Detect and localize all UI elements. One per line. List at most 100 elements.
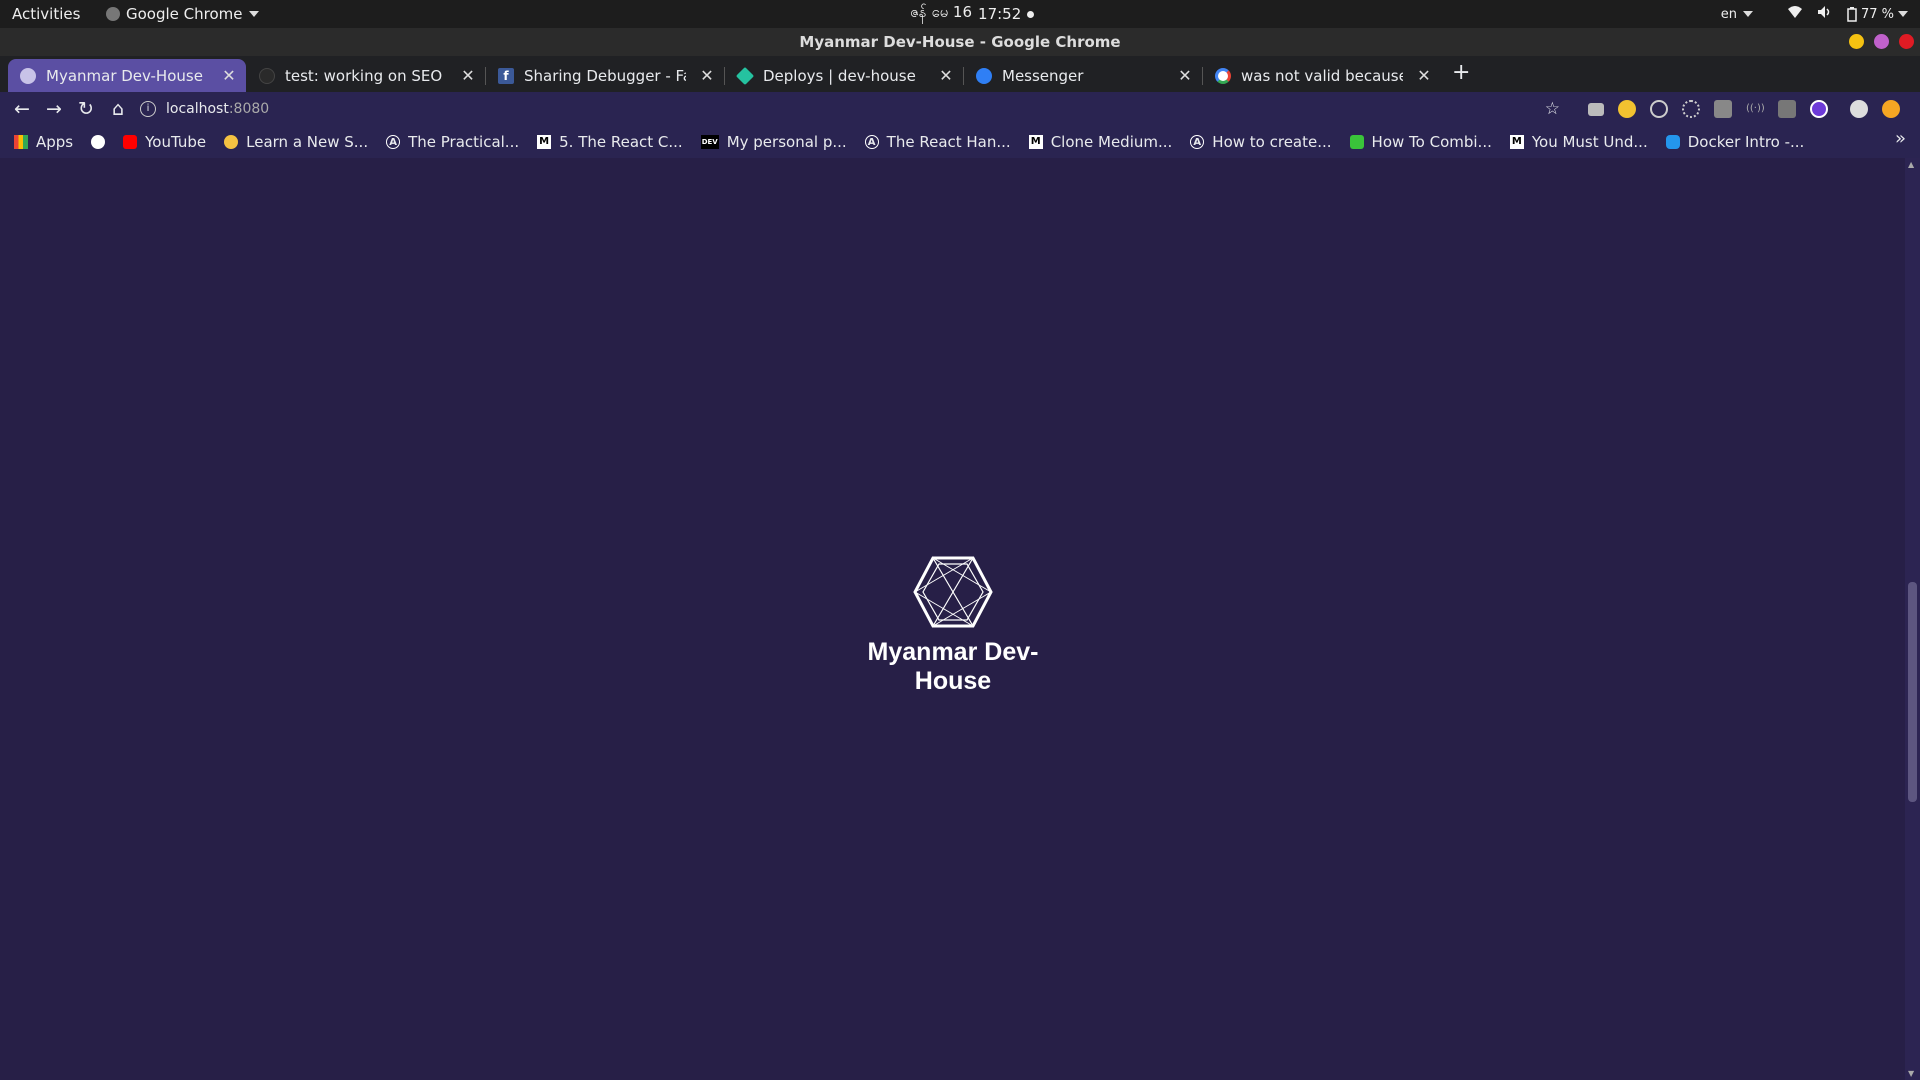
google-icon <box>1215 67 1231 84</box>
bookmark-a-icon: A <box>386 135 401 149</box>
profile-avatar-icon[interactable] <box>1850 100 1868 118</box>
bookmark-label: You Must Und... <box>1531 133 1648 151</box>
back-button[interactable]: ← <box>6 98 38 120</box>
medium-icon: M <box>1028 135 1043 149</box>
brand-title: Myanmar Dev-House <box>867 638 1039 695</box>
brand-block: Myanmar Dev-House <box>838 556 1068 696</box>
app-name: Google Chrome <box>126 5 243 23</box>
new-tab-button[interactable]: + <box>1452 60 1470 85</box>
clock[interactable]: ဇန် မေ 16 17:52 <box>910 3 1035 25</box>
page-scrollbar[interactable]: ▲ ▼ <box>1905 158 1920 1080</box>
tab-deploys[interactable]: Deploys | dev-house ✕ <box>725 59 964 92</box>
chevron-down-icon <box>248 11 259 17</box>
bookmark-how-to-create[interactable]: A How to create... <box>1190 133 1332 151</box>
language-indicator[interactable]: en <box>1721 7 1753 22</box>
system-top-bar: Activities Google Chrome ဇန် မေ 16 17:52… <box>0 0 1920 28</box>
globe-icon <box>91 135 106 149</box>
bookmark-clone-medium[interactable]: M Clone Medium... <box>1028 133 1172 151</box>
forward-button[interactable]: → <box>38 98 70 120</box>
globe-icon <box>20 67 36 84</box>
close-icon[interactable]: ✕ <box>935 66 957 85</box>
tab-label: Messenger <box>1002 66 1084 85</box>
camera-extension-icon[interactable] <box>1588 102 1604 116</box>
netlify-icon <box>735 66 755 85</box>
scrollbar-thumb[interactable] <box>1908 582 1917 802</box>
medium-icon: M <box>537 135 552 149</box>
facebook-icon: f <box>498 67 514 84</box>
wifi-icon <box>1787 5 1803 23</box>
react-extension-icon[interactable] <box>1682 100 1700 118</box>
hexagon-logo-icon <box>913 556 993 628</box>
app-menu[interactable]: Google Chrome <box>106 5 259 23</box>
chrome-icon <box>106 7 120 21</box>
close-icon[interactable]: ✕ <box>1413 66 1435 85</box>
bookmark-star-icon[interactable]: ☆ <box>1545 99 1560 119</box>
bookmark-green-icon <box>1349 135 1364 149</box>
bookmark-learn[interactable]: Learn a New S... <box>224 133 368 151</box>
bookmark-practical[interactable]: A The Practical... <box>386 133 519 151</box>
info-icon[interactable]: i <box>140 101 156 117</box>
minimize-button[interactable] <box>1849 34 1864 49</box>
bookmark-youtube[interactable]: YouTube <box>123 133 206 151</box>
battery-label: 77 % <box>1860 6 1894 22</box>
reload-button[interactable]: ↻ <box>70 98 102 120</box>
url-host: localhost <box>166 101 229 117</box>
extensions-area: ((·)) <box>1588 100 1900 118</box>
system-tray[interactable]: en 77 % <box>1721 5 1908 23</box>
page-content: Myanmar Dev-House <box>0 158 1905 1080</box>
url-port: :8080 <box>228 101 270 117</box>
bookmark-label: Apps <box>36 133 74 151</box>
tab-label: test: working on SEO · nay <box>285 66 447 85</box>
apps-grid-icon <box>14 135 28 149</box>
tab-github-seo[interactable]: test: working on SEO · nay ✕ <box>247 59 486 92</box>
facebook-extension-icon[interactable] <box>1714 100 1732 118</box>
tab-myanmar-dev-house[interactable]: Myanmar Dev-House ✕ <box>8 59 246 92</box>
close-icon[interactable]: ✕ <box>696 66 718 85</box>
tab-label: Deploys | dev-house <box>763 66 916 85</box>
bookmark-apps[interactable]: Apps <box>14 133 73 151</box>
battery-indicator[interactable]: 77 % <box>1847 6 1908 22</box>
maximize-button[interactable] <box>1874 34 1889 49</box>
chevron-down-icon <box>1898 11 1908 17</box>
on-extension-icon[interactable] <box>1618 100 1636 118</box>
window-title: Myanmar Dev-House - Google Chrome <box>799 33 1121 51</box>
window-controls <box>1849 34 1914 49</box>
close-window-button[interactable] <box>1899 34 1914 49</box>
messenger-icon <box>976 67 992 84</box>
tab-sharing-debugger[interactable]: f Sharing Debugger - Faceb ✕ <box>486 59 725 92</box>
tab-google-search[interactable]: was not valid because it d ✕ <box>1203 59 1441 92</box>
bookmark-dev[interactable]: DEV My personal p... <box>700 133 847 151</box>
chevron-down-icon <box>1742 11 1753 17</box>
scroll-down-icon[interactable]: ▼ <box>1908 1069 1914 1078</box>
bookmark-a-icon: A <box>1190 135 1205 149</box>
record-extension-icon[interactable] <box>1650 100 1668 118</box>
battery-icon <box>1847 6 1857 22</box>
notification-dot-icon <box>1027 10 1035 18</box>
bookmark-react-handbook[interactable]: A The React Han... <box>864 133 1011 151</box>
bookmark-label: Docker Intro -... <box>1687 133 1805 151</box>
close-icon[interactable]: ✕ <box>457 66 479 85</box>
address-bar[interactable]: i localhost:8080 ☆ <box>140 95 1560 123</box>
close-icon[interactable]: ✕ <box>1174 66 1196 85</box>
bookmark-react-course[interactable]: M 5. The React C... <box>537 133 683 151</box>
window-title-bar: Myanmar Dev-House - Google Chrome <box>0 28 1920 56</box>
time-label: 17:52 <box>978 5 1022 23</box>
more-bookmarks-button[interactable]: » <box>1895 128 1906 149</box>
wireless-extension-icon[interactable]: ((·)) <box>1746 100 1765 118</box>
bookmark-label: Learn a New S... <box>246 133 369 151</box>
date-label: ဇန် မေ 16 <box>910 3 973 21</box>
purple-extension-icon[interactable] <box>1810 100 1828 118</box>
scroll-up-icon[interactable]: ▲ <box>1908 160 1914 169</box>
code-extension-icon[interactable] <box>1778 100 1796 118</box>
home-button[interactable]: ⌂ <box>102 98 134 120</box>
bookmark-globe[interactable] <box>91 135 106 149</box>
tab-messenger[interactable]: Messenger ✕ <box>964 59 1203 92</box>
close-icon[interactable]: ✕ <box>218 66 240 85</box>
bookmark-how-to-combine[interactable]: How To Combi... <box>1349 133 1492 151</box>
update-alert-icon[interactable] <box>1882 100 1900 118</box>
bookmark-you-must[interactable]: M You Must Und... <box>1509 133 1648 151</box>
bookmark-label: The React Han... <box>886 133 1011 151</box>
youtube-icon <box>123 135 138 149</box>
bookmark-docker[interactable]: Docker Intro -... <box>1665 133 1805 151</box>
activities-button[interactable]: Activities <box>12 5 80 23</box>
